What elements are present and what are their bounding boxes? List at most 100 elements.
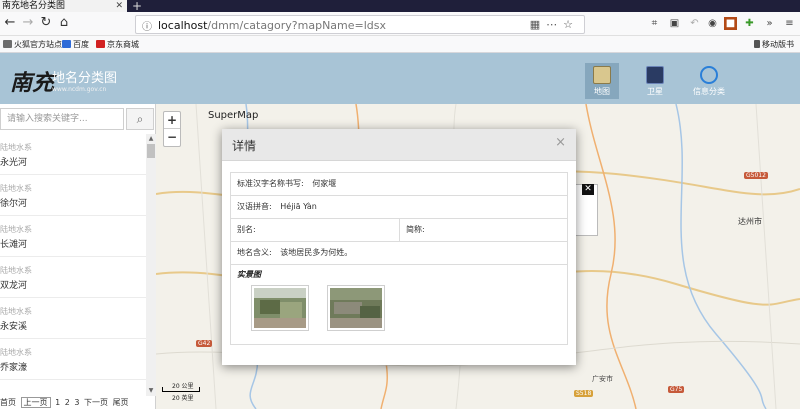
url-text[interactable]: localhost/dmm/catagory?mapName=ldsx	[158, 19, 386, 32]
list-item[interactable]: 陆地水系 乔家濠	[0, 339, 146, 380]
map-scale: 20 公里 20 英里	[160, 381, 202, 402]
pager-prev[interactable]: 上一页	[20, 397, 51, 408]
item-name: 永安溪	[0, 322, 28, 332]
map-icon	[593, 66, 611, 84]
item-name: 长滩河	[0, 240, 28, 250]
forward-icon[interactable]: →	[20, 15, 36, 31]
search-button[interactable]: ⌕	[126, 108, 154, 130]
item-category: 陆地水系	[0, 225, 32, 234]
reload-icon[interactable]: ↻	[38, 15, 54, 31]
pager-next[interactable]: 下一页	[84, 398, 108, 407]
bookmark-item[interactable]: 百度	[62, 36, 89, 53]
pager-page-1[interactable]: 1	[55, 398, 60, 407]
zoom-in-button[interactable]: +	[164, 112, 180, 129]
logo-glyph: 南充	[10, 70, 55, 96]
road-badge: G42	[196, 340, 213, 347]
list-item[interactable]: 陆地水系 永光河	[0, 134, 146, 175]
photo-thumbnail[interactable]	[327, 285, 385, 331]
page-info-icon[interactable]: ⓘ	[142, 18, 152, 33]
road-badge: G75	[668, 386, 685, 393]
qr-icon[interactable]: ▦	[530, 18, 546, 31]
crop-icon[interactable]: ⌗	[648, 17, 661, 30]
result-list: 陆地水系 永光河 陆地水系 徐尔河 陆地水系 长滩河 陆地水系 双龙河 陆地水系 永安溪 …	[0, 134, 146, 394]
bookmark-label: 火狐官方站点	[14, 40, 62, 49]
phone-icon	[754, 40, 760, 48]
pager-page-3[interactable]: 3	[74, 398, 79, 407]
photo-thumbnail[interactable]	[251, 285, 309, 331]
scroll-down-icon[interactable]: ▼	[146, 386, 156, 396]
tab-close-icon[interactable]: ✕	[115, 0, 123, 12]
list-scrollbar[interactable]: ▲ ▼	[146, 134, 156, 396]
app-header: 南充 地名分类图 www.ncdm.gov.cn 地图 卫星 信息分类	[0, 53, 800, 104]
overflow-icon[interactable]: »	[763, 17, 776, 30]
browser-tab[interactable]: 南充地名分类图 ✕	[0, 0, 127, 12]
item-category: 陆地水系	[0, 266, 32, 275]
list-item[interactable]: 陆地水系 徐尔河	[0, 175, 146, 216]
zoom-control: + −	[163, 111, 181, 147]
item-name: 永光河	[0, 158, 28, 168]
item-category: 陆地水系	[0, 307, 32, 316]
road-badge: G5012	[744, 172, 768, 179]
item-name: 双龙河	[0, 281, 28, 291]
list-item[interactable]: 陆地水系 双龙河	[0, 257, 146, 298]
detail-table: 标准汉字名称书写: 何家堰 汉语拼音: Héjiā Yàn 别名: 简称: 地名…	[230, 172, 568, 345]
list-item[interactable]: 陆地水系 长滩河	[0, 216, 146, 257]
place-label: 广安市	[592, 375, 613, 383]
field-value: Héjiā Yàn	[280, 202, 317, 211]
field-label: 简称:	[406, 225, 425, 234]
field-label: 地名含义:	[237, 248, 272, 257]
mode-map-button[interactable]: 地图	[585, 63, 619, 99]
detail-dialog: 详情 × 标准汉字名称书写: 何家堰 汉语拼音: Héjiā Yàn 别名: 简…	[222, 129, 576, 365]
scroll-up-icon[interactable]: ▲	[146, 134, 156, 144]
mode-satellite-button[interactable]: 卫星	[638, 63, 672, 99]
jd-icon	[96, 40, 105, 48]
list-item[interactable]: 陆地水系 永安溪	[0, 298, 146, 339]
mode-category-button[interactable]: 信息分类	[690, 63, 728, 99]
tab-title: 南充地名分类图	[2, 1, 66, 11]
bookmark-item[interactable]: 京东商城	[96, 36, 139, 53]
reader-icon[interactable]: ▣	[668, 17, 681, 30]
bookmark-label: 百度	[73, 40, 89, 49]
field-label: 标准汉字名称书写:	[237, 179, 304, 188]
scale-bar	[162, 387, 200, 392]
sidebar: 请输入搜索关键字... ⌕ 陆地水系 永光河 陆地水系 徐尔河 陆地水系 长滩河 陆地…	[0, 104, 156, 409]
pager-first[interactable]: 首页	[0, 398, 16, 407]
bookmark-star-icon[interactable]: ☆	[563, 18, 579, 31]
map-popup-close-icon[interactable]: ✕	[582, 184, 594, 195]
scroll-thumb[interactable]	[147, 144, 155, 158]
bookmark-item[interactable]: 火狐官方站点	[3, 36, 62, 53]
addon-icon[interactable]: ■	[724, 17, 737, 30]
item-name: 乔家濠	[0, 363, 28, 373]
undo-icon[interactable]: ↶	[688, 17, 701, 30]
back-icon[interactable]: ←	[2, 15, 18, 31]
pager-page-2[interactable]: 2	[65, 398, 70, 407]
address-bar[interactable]: ⓘ localhost/dmm/catagory?mapName=ldsx ▦⋯…	[135, 15, 585, 34]
home-icon[interactable]: ⌂	[56, 15, 72, 31]
search-icon: ⌕	[136, 112, 144, 126]
item-name: 徐尔河	[0, 199, 28, 209]
field-short: 简称:	[399, 219, 431, 241]
more-icon[interactable]: ⋯	[546, 18, 563, 31]
puzzle-icon[interactable]: ✚	[743, 17, 756, 30]
dialog-close-icon[interactable]: ×	[555, 135, 566, 150]
pagination: 首页 上一页 1 2 3 下一页 尾页	[0, 396, 156, 409]
extension-icon[interactable]: ◉	[706, 17, 719, 30]
browser-toolbar: ← → ↻ ⌂ ⓘ localhost/dmm/catagory?mapName…	[0, 12, 800, 36]
field-meaning: 地名含义: 该地居民多为何姓。	[231, 242, 567, 265]
folder-icon	[3, 40, 12, 48]
url-path: /dmm/catagory?mapName=ldsx	[207, 19, 387, 32]
dialog-header: 详情 ×	[222, 129, 576, 161]
mode-label: 卫星	[647, 87, 663, 96]
mode-label: 地图	[594, 87, 610, 96]
search-input[interactable]: 请输入搜索关键字...	[0, 108, 124, 130]
globe-icon	[700, 66, 718, 84]
zoom-out-button[interactable]: −	[164, 129, 180, 146]
bookmark-label: 京东商城	[107, 40, 139, 49]
field-value: 何家堰	[312, 179, 337, 188]
menu-icon[interactable]: ≡	[783, 17, 796, 30]
pager-last[interactable]: 尾页	[113, 398, 129, 407]
field-alias-short: 别名: 简称:	[231, 219, 567, 242]
url-host: localhost	[158, 19, 208, 32]
item-category: 陆地水系	[0, 348, 32, 357]
dialog-title: 详情	[232, 139, 257, 153]
